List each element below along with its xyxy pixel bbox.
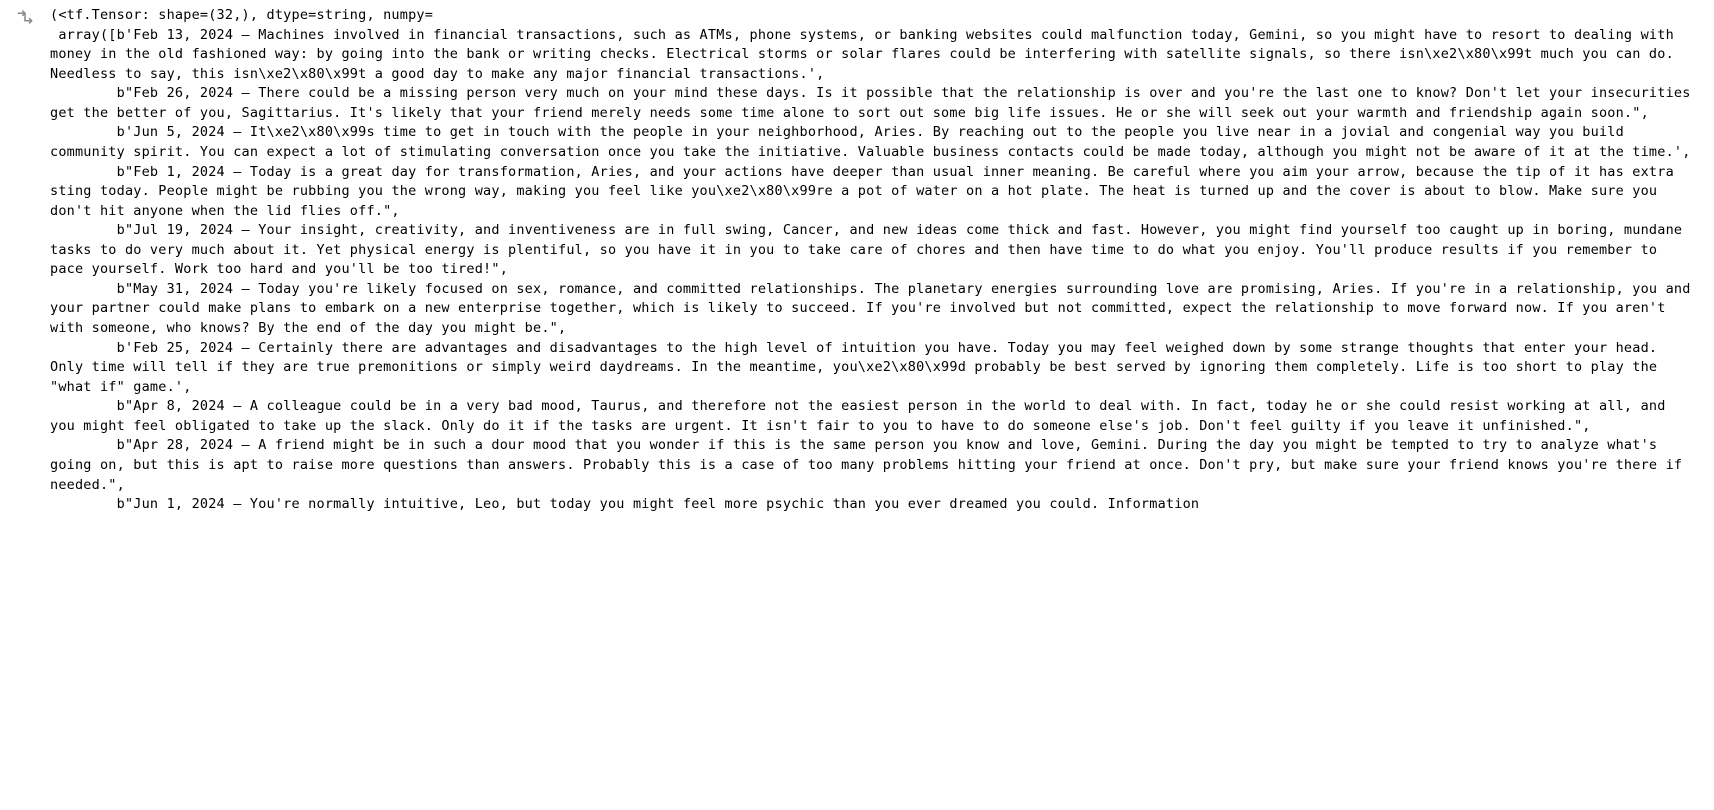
output-indicator-icon	[16, 8, 34, 33]
tensor-output-text[interactable]: (<tf.Tensor: shape=(32,), dtype=string, …	[50, 6, 1714, 515]
output-gutter	[0, 6, 50, 33]
cell-output: (<tf.Tensor: shape=(32,), dtype=string, …	[0, 0, 1714, 515]
